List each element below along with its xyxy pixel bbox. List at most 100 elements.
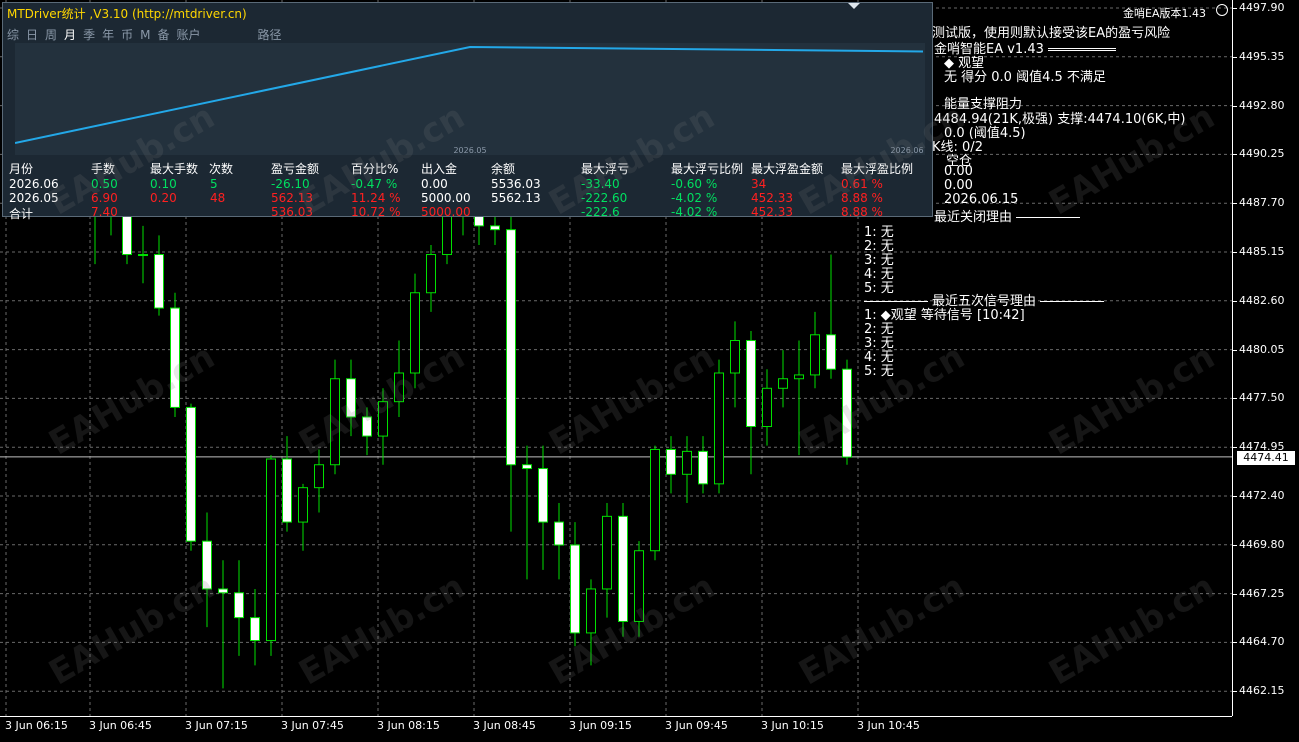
column-header: 最大手数 — [150, 162, 199, 176]
bear-candle — [202, 540, 212, 590]
cell-lots: 0.50 — [91, 177, 118, 191]
cell-balance: 5536.03 — [491, 177, 541, 191]
bear-candle — [570, 544, 580, 634]
price-tick — [1233, 8, 1237, 9]
time-label: 3 Jun 07:15 — [185, 719, 248, 732]
column-header: 次数 — [209, 162, 234, 176]
price-tick — [1233, 398, 1237, 400]
tab-month[interactable]: 月 — [64, 28, 76, 42]
column-header: 百分比% — [351, 162, 399, 176]
value-1: 0.00 — [944, 164, 973, 179]
cell-pnl: 562.13 — [271, 191, 313, 205]
mtdriver-stats-panel[interactable]: MTDriver统计 ,V3.10 (http://mtdriver.cn) 综… — [2, 2, 933, 221]
bear-candle — [218, 588, 228, 594]
column-header: 盈亏金额 — [271, 162, 320, 176]
bear-candle — [490, 225, 500, 231]
cell-max-dd-pct: -0.60 % — [671, 177, 718, 191]
cell-month: 合计 — [9, 207, 34, 221]
time-label: 3 Jun 06:15 — [5, 719, 68, 732]
bull-candle — [138, 254, 148, 257]
bear-candle — [538, 468, 548, 523]
bull-candle — [410, 292, 420, 374]
cell-io: 5000.00 — [421, 191, 471, 205]
tab-week[interactable]: 周 — [45, 28, 57, 42]
price-label: 4495.35 — [1239, 49, 1285, 63]
price-label: 4485.15 — [1239, 245, 1285, 258]
bull-candle — [794, 374, 804, 380]
price-axis[interactable]: 4497.90 4495.35 4492.80 4490.25 4487.70 4485.… — [1232, 0, 1299, 716]
tab-quarter[interactable]: 季 — [83, 28, 95, 42]
ea-score: 无 得分 0.0 阈值4.5 不满足 — [944, 70, 1106, 85]
time-axis[interactable]: 3 Jun 06:15 3 Jun 06:45 3 Jun 07:15 3 Jun 0… — [0, 716, 1232, 742]
tab-day[interactable]: 日 — [26, 28, 38, 42]
price-tick — [1233, 203, 1237, 205]
price-tick — [1233, 349, 1237, 351]
tab-m[interactable]: M — [140, 28, 150, 42]
bear-candle — [746, 340, 756, 428]
time-label: 3 Jun 07:45 — [281, 719, 344, 732]
price-tick — [1233, 593, 1237, 595]
price-label: 4464.70 — [1239, 635, 1285, 649]
bear-candle — [362, 416, 372, 437]
cell-pct: 11.24 % — [351, 191, 401, 205]
cell-max-dd-pct: -4.02 % — [671, 205, 718, 219]
collapse-icon[interactable] — [848, 3, 860, 9]
divider — [864, 301, 928, 302]
price-label: 4490.25 — [1239, 147, 1285, 161]
bear-candle — [554, 521, 564, 546]
equity-plot-bg — [15, 43, 925, 155]
bull-candle — [650, 448, 660, 552]
bear-candle — [346, 378, 356, 418]
signal-5: 5: 无 — [864, 364, 894, 379]
tab-account[interactable]: 账户 — [176, 28, 200, 42]
cell-lots: 7.40 — [91, 205, 118, 219]
bull-candle — [810, 334, 820, 376]
price-label: 4487.70 — [1239, 196, 1285, 210]
price-label: 4462.15 — [1239, 684, 1285, 698]
cell-max-fp-pct: 0.61 % — [841, 177, 883, 191]
stats-tabs: 综日周月季年币 M 备账户 路径 — [7, 26, 289, 43]
time-label: 3 Jun 10:15 — [761, 719, 824, 732]
bear-candle — [842, 368, 852, 458]
tab-path[interactable]: 路径 — [258, 28, 282, 42]
divider — [1040, 301, 1105, 302]
bear-candle — [506, 229, 516, 466]
close-reason-title-row: 最近关闭理由 — [934, 206, 1081, 225]
bear-candle — [154, 254, 164, 309]
time-label: 3 Jun 10:45 — [857, 719, 920, 732]
cell-max-fp-pct: 8.88 % — [841, 191, 883, 205]
bull-candle — [634, 550, 644, 622]
bear-candle — [826, 334, 836, 370]
cell-count: 48 — [210, 191, 226, 205]
column-header: 最大浮亏比例 — [671, 162, 744, 176]
bull-candle — [586, 588, 596, 634]
price-tick — [1233, 56, 1237, 58]
price-tick — [1233, 252, 1237, 253]
tab-currency[interactable]: 币 — [121, 28, 133, 42]
cell-max-fp: 34 — [751, 177, 767, 191]
bear-candle — [474, 215, 484, 227]
column-header: 最大浮亏 — [581, 162, 630, 176]
bear-candle — [666, 448, 676, 475]
cell-lots: 6.90 — [91, 191, 118, 205]
cell-io: 0.00 — [421, 177, 448, 191]
cell-max-dd: -222.60 — [581, 191, 628, 205]
column-header: 手数 — [91, 162, 116, 176]
time-label: 3 Jun 08:15 — [377, 719, 440, 732]
cell-io: 5000.00 — [421, 205, 471, 219]
cell-max-fp-pct: 8.88 % — [841, 205, 883, 219]
bull-candle — [714, 372, 724, 485]
cell-max-lots: 0.20 — [150, 191, 177, 205]
tab-backup[interactable]: 备 — [157, 28, 169, 42]
ea-date: 2026.06.15 — [944, 192, 1019, 207]
bull-candle — [602, 515, 612, 590]
column-header: 最大浮盈比例 — [841, 162, 914, 176]
tab-summary[interactable]: 综 — [7, 28, 19, 42]
price-label: 4492.80 — [1239, 98, 1285, 112]
cell-pct: -0.47 % — [351, 177, 398, 191]
cell-max-lots: 0.10 — [150, 177, 177, 191]
price-label: 4472.40 — [1239, 489, 1285, 502]
tab-year[interactable]: 年 — [102, 28, 114, 42]
bear-candle — [170, 307, 180, 408]
bull-candle — [682, 450, 692, 475]
